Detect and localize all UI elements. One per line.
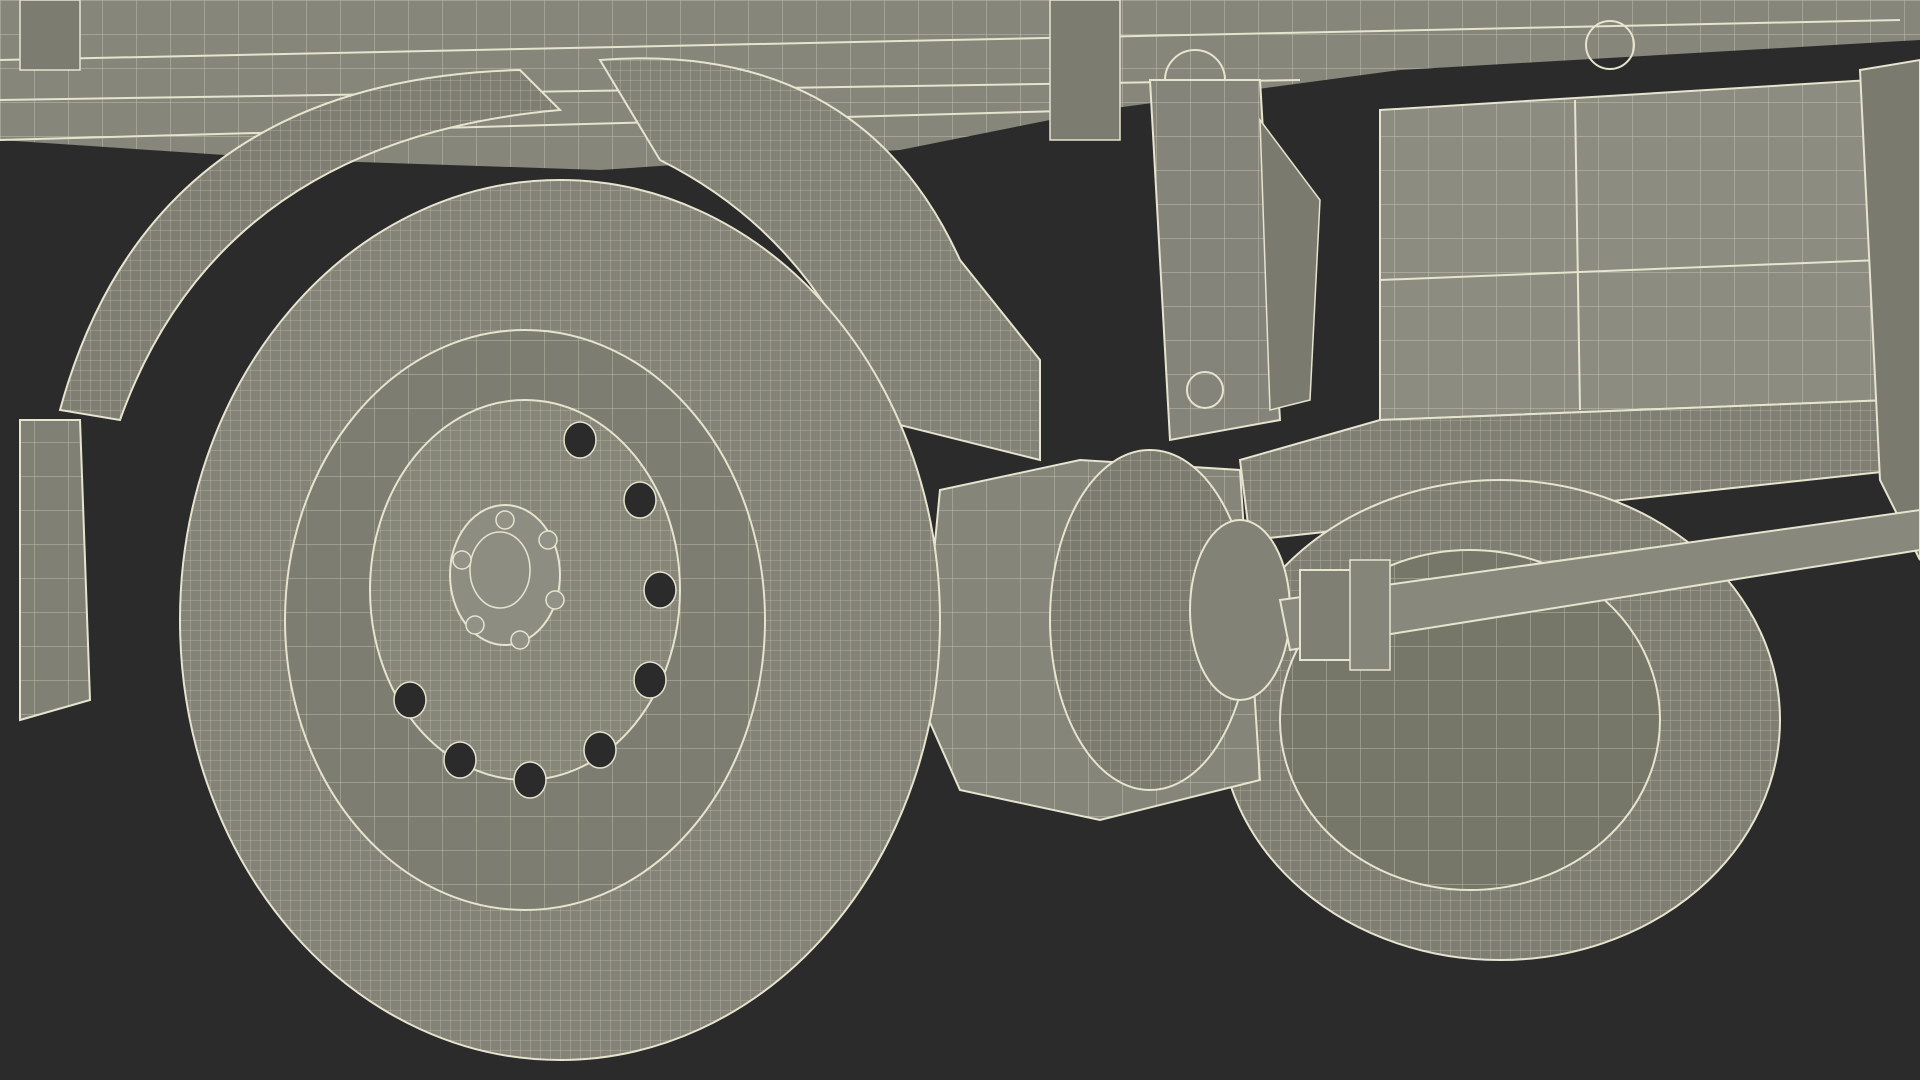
truck-underbody-wireframe xyxy=(0,0,1920,1080)
differential-housing xyxy=(918,449,1291,822)
front-wheel xyxy=(179,179,941,1061)
wireframe-render-viewport xyxy=(0,0,1920,1080)
